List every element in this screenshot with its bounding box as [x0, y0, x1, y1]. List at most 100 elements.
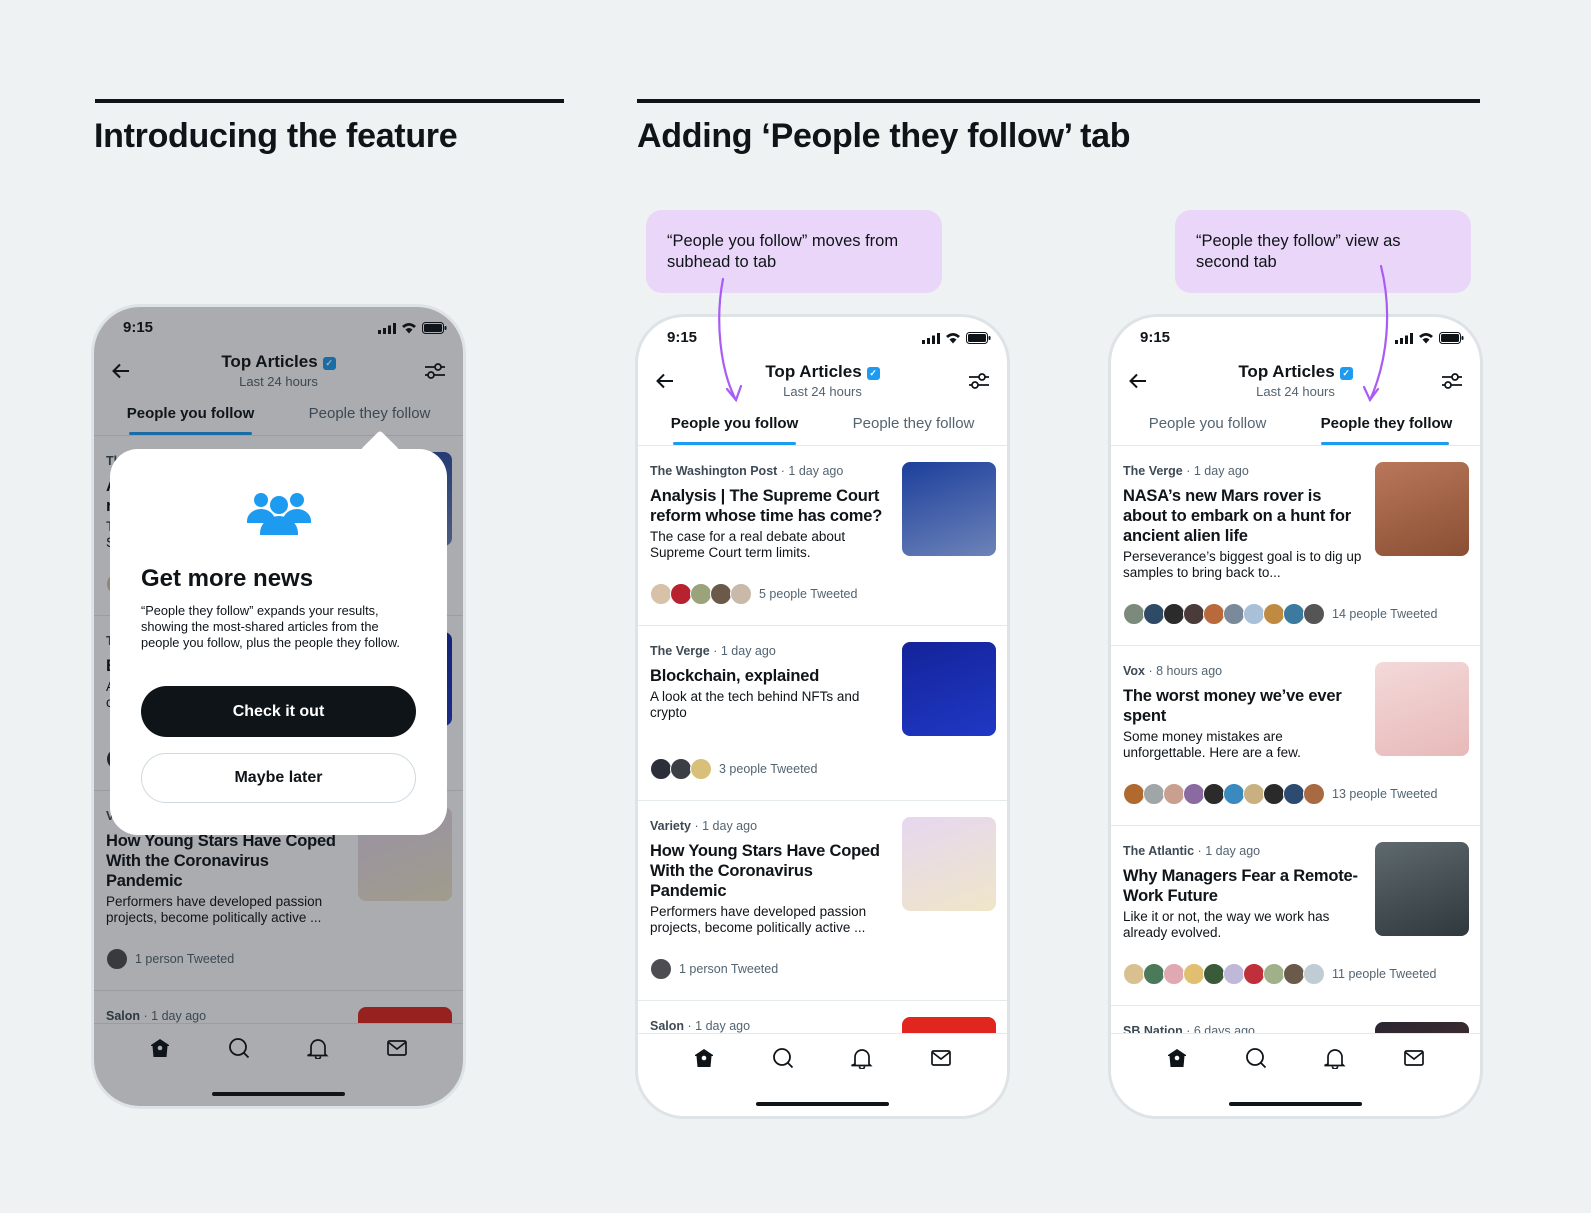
tweeted-count: 11 people Tweeted	[1332, 967, 1437, 981]
article-thumbnail[interactable]	[1375, 1022, 1469, 1033]
tweeted-count: 1 person Tweeted	[679, 962, 779, 976]
article-source: Variety	[650, 819, 692, 833]
home-indicator[interactable]	[756, 1102, 889, 1106]
tweeted-count: 3 people Tweeted	[719, 762, 818, 776]
home-icon[interactable]	[1166, 1047, 1188, 1069]
article-text: Salon · 1 day ago	[650, 1017, 892, 1033]
search-icon[interactable]	[772, 1047, 794, 1069]
section-title: Adding ‘People they follow’ tab	[637, 117, 1131, 155]
avatar	[1183, 603, 1205, 625]
page-subtitle: Last 24 hours	[783, 384, 862, 399]
avatar	[1203, 963, 1225, 985]
tweeted-by-row[interactable]: 14 people Tweeted	[1123, 603, 1469, 625]
avatar	[1123, 603, 1145, 625]
article-thumbnail[interactable]	[902, 642, 996, 736]
tweeted-by-row[interactable]: 5 people Tweeted	[650, 583, 996, 605]
messages-mail-icon[interactable]	[1403, 1047, 1425, 1069]
article-source: The Washington Post	[650, 464, 778, 478]
signal-icon	[1395, 331, 1413, 349]
avatar	[1143, 603, 1165, 625]
article-title[interactable]: Analysis | The Supreme Court reform whos…	[650, 486, 892, 526]
messages-mail-icon[interactable]	[930, 1047, 952, 1069]
tab-people-you-follow[interactable]: People you follow	[1115, 415, 1300, 432]
tweeted-count: 14 people Tweeted	[1332, 607, 1438, 621]
article-thumbnail[interactable]	[1375, 662, 1469, 756]
avatar	[1303, 963, 1325, 985]
article-source: The Atlantic	[1123, 844, 1195, 858]
article-time: 6 days ago	[1193, 1024, 1256, 1033]
article-text: Variety · 1 day ago How Young Stars Have …	[650, 817, 892, 936]
article-card[interactable]: The Verge · 1 day ago NASA’s new Mars rov…	[1111, 446, 1480, 646]
avatar	[1263, 783, 1285, 805]
article-title[interactable]: How Young Stars Have Coped With the Coro…	[650, 841, 892, 901]
notifications-bell-icon[interactable]	[851, 1047, 873, 1070]
callout-annotation: “People you follow” moves from subhead t…	[646, 210, 942, 293]
wifi-icon	[1418, 331, 1434, 349]
article-thumbnail[interactable]	[902, 1017, 996, 1033]
maybe-later-button[interactable]: Maybe later	[141, 753, 416, 803]
check-it-out-button[interactable]: Check it out	[141, 686, 416, 737]
tweeted-by-row[interactable]: 1 person Tweeted	[650, 958, 996, 980]
article-thumbnail[interactable]	[1375, 842, 1469, 936]
article-meta: Vox · 8 hours ago	[1123, 664, 1223, 678]
filter-settings-icon[interactable]	[968, 370, 990, 392]
article-time: 1 day ago	[720, 644, 776, 658]
avatar	[650, 758, 672, 780]
article-content: The Verge · 1 day ago NASA’s new Mars rov…	[1123, 462, 1469, 581]
tweeted-by-row[interactable]: 11 people Tweeted	[1123, 963, 1469, 985]
article-meta: SB Nation · 6 days ago	[1123, 1024, 1365, 1033]
people-group-icon	[247, 491, 311, 535]
page-title: Top Articles ✓	[1111, 362, 1480, 382]
search-icon[interactable]	[1245, 1047, 1267, 1069]
article-card[interactable]: The Atlantic · 1 day ago Why Managers Fea…	[1111, 826, 1480, 1006]
article-card[interactable]: The Washington Post · 1 day ago Analysis …	[638, 446, 1007, 626]
wifi-icon	[945, 331, 961, 349]
article-title[interactable]: NASA’s new Mars rover is about to embark…	[1123, 486, 1365, 546]
page-subtitle: Last 24 hours	[1256, 384, 1335, 399]
article-title[interactable]: Blockchain, explained	[650, 666, 892, 686]
home-icon[interactable]	[693, 1047, 715, 1069]
home-indicator[interactable]	[1229, 1102, 1362, 1106]
article-feed[interactable]: The Washington Post · 1 day ago Analysis …	[638, 446, 1007, 1033]
avatar	[1223, 963, 1245, 985]
article-thumbnail[interactable]	[902, 462, 996, 556]
article-card[interactable]: Salon · 1 day ago	[638, 1001, 1007, 1033]
notifications-bell-icon[interactable]	[1324, 1047, 1346, 1070]
article-thumbnail[interactable]	[1375, 462, 1469, 556]
article-meta: The Washington Post · 1 day ago	[650, 464, 844, 478]
article-card[interactable]: Vox · 8 hours ago The worst money we’ve e…	[1111, 646, 1480, 826]
article-text: The Washington Post · 1 day ago Analysis …	[650, 462, 892, 561]
article-text: Vox · 8 hours ago The worst money we’ve e…	[1123, 662, 1365, 761]
article-source: Vox	[1123, 664, 1145, 678]
article-description: Performers have developed passion projec…	[650, 904, 867, 935]
article-content: Vox · 8 hours ago The worst money we’ve e…	[1123, 662, 1469, 761]
tab-people-you-follow[interactable]: People you follow	[642, 415, 827, 432]
tweeted-by-row[interactable]: 13 people Tweeted	[1123, 783, 1469, 805]
article-title[interactable]: Why Managers Fear a Remote-Work Future	[1123, 866, 1365, 906]
tab-people-they-follow[interactable]: People they follow	[1294, 415, 1479, 432]
article-card[interactable]: The Verge · 1 day ago Blockchain, explain…	[638, 626, 1007, 801]
article-description: Like it or not, the way we work has alre…	[1123, 909, 1330, 940]
article-time: 1 day ago	[1205, 844, 1261, 858]
article-content: The Washington Post · 1 day ago Analysis …	[650, 462, 996, 561]
avatar	[730, 583, 752, 605]
callout-annotation: “People they follow” view as second tab	[1175, 210, 1471, 293]
filter-settings-icon[interactable]	[1441, 370, 1463, 392]
article-meta: Salon · 1 day ago	[650, 1019, 751, 1033]
article-description: The case for a real debate about Supreme…	[650, 529, 846, 560]
article-card[interactable]: Variety · 1 day ago How Young Stars Have …	[638, 801, 1007, 1001]
article-card[interactable]: SB Nation · 6 days ago	[1111, 1006, 1480, 1033]
tweeted-count: 5 people Tweeted	[759, 587, 858, 601]
article-text: SB Nation · 6 days ago	[1123, 1022, 1365, 1033]
article-feed[interactable]: The Verge · 1 day ago NASA’s new Mars rov…	[1111, 446, 1480, 1033]
article-title[interactable]: The worst money we’ve ever spent	[1123, 686, 1365, 726]
avatar	[1143, 963, 1165, 985]
article-meta: The Verge · 1 day ago	[1123, 464, 1249, 478]
article-thumbnail[interactable]	[902, 817, 996, 911]
article-text: The Verge · 1 day ago Blockchain, explain…	[650, 642, 892, 736]
article-source: The Verge	[650, 644, 710, 658]
tweeted-by-row[interactable]: 3 people Tweeted	[650, 758, 996, 780]
avatar	[710, 583, 732, 605]
tab-people-they-follow[interactable]: People they follow	[821, 415, 1006, 432]
article-content: Variety · 1 day ago How Young Stars Have …	[650, 817, 996, 936]
